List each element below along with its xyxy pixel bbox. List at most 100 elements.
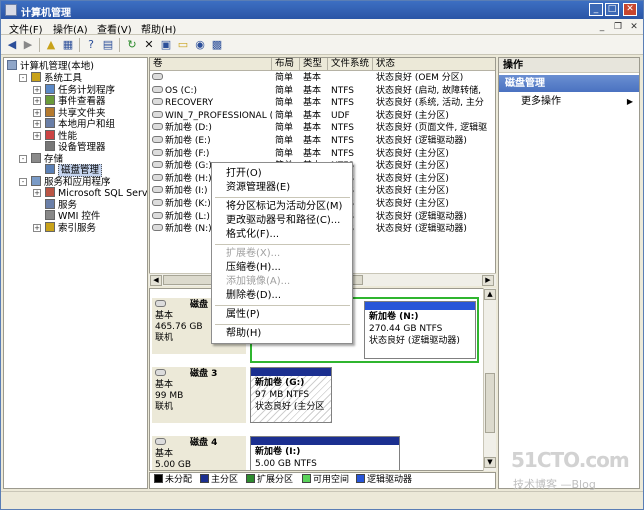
actions-section-disk-management[interactable]: 磁盘管理	[499, 75, 639, 92]
menu-action[interactable]: 操作(A)	[53, 21, 88, 36]
refresh-icon[interactable]: ↻	[125, 38, 139, 52]
drive-icon	[152, 186, 163, 194]
tree-expander-icon[interactable]: +	[33, 85, 41, 94]
tree-expander-icon[interactable]: -	[19, 177, 27, 186]
navigation-tree: 计算机管理(本地) - 系统工具 + 任务计划程序 + 事件查看器 + 共享文件夹 + 本地用户和…	[3, 57, 148, 489]
drive-icon	[152, 148, 163, 156]
tree-expander-icon[interactable]: +	[33, 97, 41, 105]
menu-properties[interactable]: 属性(P)	[226, 309, 260, 321]
column-header-layout[interactable]: 布局	[272, 58, 300, 71]
mdi-restore-button[interactable]: ❐	[611, 21, 625, 33]
tree-expander-icon[interactable]: -	[19, 154, 27, 163]
table-row[interactable]: 新加卷 (E:) 简单 基本 NTFS 状态良好 (逻辑驱动器)	[150, 135, 495, 148]
mdi-close-button[interactable]: ✕	[627, 21, 641, 33]
table-row[interactable]: OS (C:) 简单 基本 NTFS 状态良好 (启动, 故障转储,	[150, 85, 495, 98]
menu-mark-active[interactable]: 将分区标记为活动分区(M)	[226, 201, 342, 213]
table-row[interactable]: WIN_7_PROFESSIONAL (J:) 简单 基本 UDF 状态良好 (主分区)	[150, 110, 495, 123]
tree-item[interactable]: 索引服务	[45, 221, 96, 234]
volume-fs-cell: NTFS	[331, 85, 354, 96]
table-row[interactable]: 新加卷 (D:) 简单 基本 NTFS 状态良好 (页面文件, 逻辑驱	[150, 122, 495, 135]
tree-item[interactable]: 系统工具	[31, 72, 82, 84]
tree-item[interactable]: 磁盘管理	[45, 164, 103, 177]
tree-item[interactable]: 存储	[31, 152, 63, 165]
tree-expander-icon[interactable]: +	[33, 223, 41, 232]
volume-status-cell: 状态良好 (主分区)	[376, 186, 449, 197]
tree-item[interactable]: 设备管理器	[45, 141, 106, 153]
forward-arrow-icon[interactable]: ▶	[21, 38, 35, 52]
up-folder-icon[interactable]: ▲	[44, 38, 58, 52]
show-hide-action-pane-icon[interactable]: ▤	[101, 38, 115, 52]
back-arrow-icon[interactable]: ◀	[5, 38, 19, 52]
more-actions-item[interactable]: 更多操作 ▶	[499, 95, 639, 109]
scroll-thumb[interactable]	[485, 373, 495, 433]
menu-open[interactable]: 打开(O)	[226, 168, 262, 180]
volume-status-cell: 状态良好 (逻辑驱动器)	[376, 224, 467, 235]
table-row[interactable]: RECOVERY 简单 基本 NTFS 状态良好 (系统, 活动, 主分	[150, 97, 495, 110]
drive-icon	[152, 73, 163, 80]
watermark-brand: 51CTO.com	[511, 448, 630, 472]
close-button[interactable]: ✕	[623, 3, 637, 16]
volume-name-cell: WIN_7_PROFESSIONAL (J:)	[152, 110, 272, 122]
column-header-volume[interactable]: 卷	[150, 58, 272, 71]
minimize-button[interactable]: _	[589, 3, 603, 16]
column-header-type[interactable]: 类型	[300, 58, 328, 71]
help-icon[interactable]: ?	[84, 38, 98, 52]
delete-icon[interactable]: ✕	[142, 38, 156, 52]
maximize-button[interactable]: □	[605, 3, 619, 16]
column-header-filesystem[interactable]: 文件系统	[328, 58, 373, 71]
tree-expander-icon[interactable]: +	[33, 108, 41, 117]
menu-format[interactable]: 格式化(F)...	[226, 229, 279, 241]
menu-delete-volume[interactable]: 删除卷(D)...	[226, 290, 281, 302]
tree-item[interactable]: 共享文件夹	[45, 106, 106, 119]
mdi-minimize-button[interactable]: _	[595, 21, 609, 33]
scroll-right-icon[interactable]: ▶	[482, 275, 494, 286]
watermark-sub: 技术博客 —Blog	[513, 478, 596, 491]
table-row[interactable]: 新加卷 (F:) 简单 基本 NTFS 状态良好 (主分区)	[150, 148, 495, 161]
partition-g[interactable]: 新加卷 (G:) 97 MB NTFS 状态良好 (主分区	[250, 367, 332, 423]
menu-change-drive-letter[interactable]: 更改驱动器号和路径(C)...	[226, 215, 340, 227]
volume-status-cell: 状态良好 (主分区)	[376, 161, 449, 172]
window-title: 计算机管理	[21, 8, 71, 19]
open-folder-icon[interactable]: ▭	[176, 38, 190, 52]
menu-view[interactable]: 查看(V)	[97, 21, 132, 36]
menu-explorer[interactable]: 资源管理器(E)	[226, 182, 290, 194]
tree-item[interactable]: 事件查看器	[45, 95, 106, 107]
menu-shrink-volume[interactable]: 压缩卷(H)...	[226, 262, 281, 274]
menu-help[interactable]: 帮助(H)	[141, 21, 176, 36]
toolbar: ◀ ▶ ▲ ▦ ? ▤ ↻ ✕ ▣ ▭ ◉ ▩	[1, 35, 643, 55]
tree-item[interactable]: 服务	[45, 198, 77, 211]
tree-expander-icon[interactable]: +	[33, 131, 41, 140]
disk-3-label[interactable]: 磁盘 3 基本 99 MB 联机	[152, 367, 246, 423]
show-hide-tree-icon[interactable]: ▦	[61, 38, 75, 52]
tree-item[interactable]: 服务和应用程序	[31, 175, 111, 188]
tree-expander-icon[interactable]: +	[33, 120, 41, 128]
tree-node-icon	[45, 83, 55, 94]
tree-item[interactable]: Microsoft SQL Servers	[45, 187, 147, 199]
legend-extended: 扩展分区	[246, 473, 293, 488]
tree-expander-icon[interactable]: +	[33, 189, 41, 197]
context-menu: 打开(O) 资源管理器(E) 将分区标记为活动分区(M) 更改驱动器号和路径(C…	[211, 162, 353, 344]
partition-n[interactable]: 新加卷 (N:) 270.44 GB NTFS 状态良好 (逻辑驱动器)	[364, 301, 476, 359]
disk-view-vertical-scrollbar[interactable]: ▲ ▼	[483, 288, 496, 471]
partition-i[interactable]: 新加卷 (I:) 5.00 GB NTFS	[250, 436, 400, 470]
computer-management-window: 计算机管理 _ □ ✕ 文件(F) 操作(A) 查看(V) 帮助(H) _ ❐ …	[0, 0, 644, 510]
scroll-left-icon[interactable]: ◀	[150, 275, 162, 286]
volume-status-cell: 状态良好 (启动, 故障转储,	[376, 85, 481, 96]
tree-item[interactable]: 性能	[45, 129, 77, 142]
menu-help[interactable]: 帮助(H)	[226, 328, 261, 340]
table-row[interactable]: 简单 基本 状态良好 (OEM 分区)	[150, 72, 495, 85]
tree-root[interactable]: 计算机管理(本地)	[7, 60, 94, 72]
disk-settings-icon[interactable]: ▩	[210, 38, 224, 52]
tree-item[interactable]: 本地用户和组	[45, 118, 115, 130]
search-icon[interactable]: ◉	[193, 38, 207, 52]
scroll-up-icon[interactable]: ▲	[484, 289, 496, 300]
column-header-status[interactable]: 状态	[373, 58, 495, 71]
tree-expander-icon[interactable]: -	[19, 74, 27, 82]
volume-type-cell: 基本	[303, 110, 322, 121]
menu-file[interactable]: 文件(F)	[9, 21, 43, 36]
tree-item[interactable]: WMI 控件	[45, 210, 100, 222]
properties-icon[interactable]: ▣	[159, 38, 173, 52]
disk-4-label[interactable]: 磁盘 4 基本 5.00 GB	[152, 436, 246, 470]
tree-item[interactable]: 任务计划程序	[45, 83, 115, 96]
scroll-down-icon[interactable]: ▼	[484, 457, 496, 468]
